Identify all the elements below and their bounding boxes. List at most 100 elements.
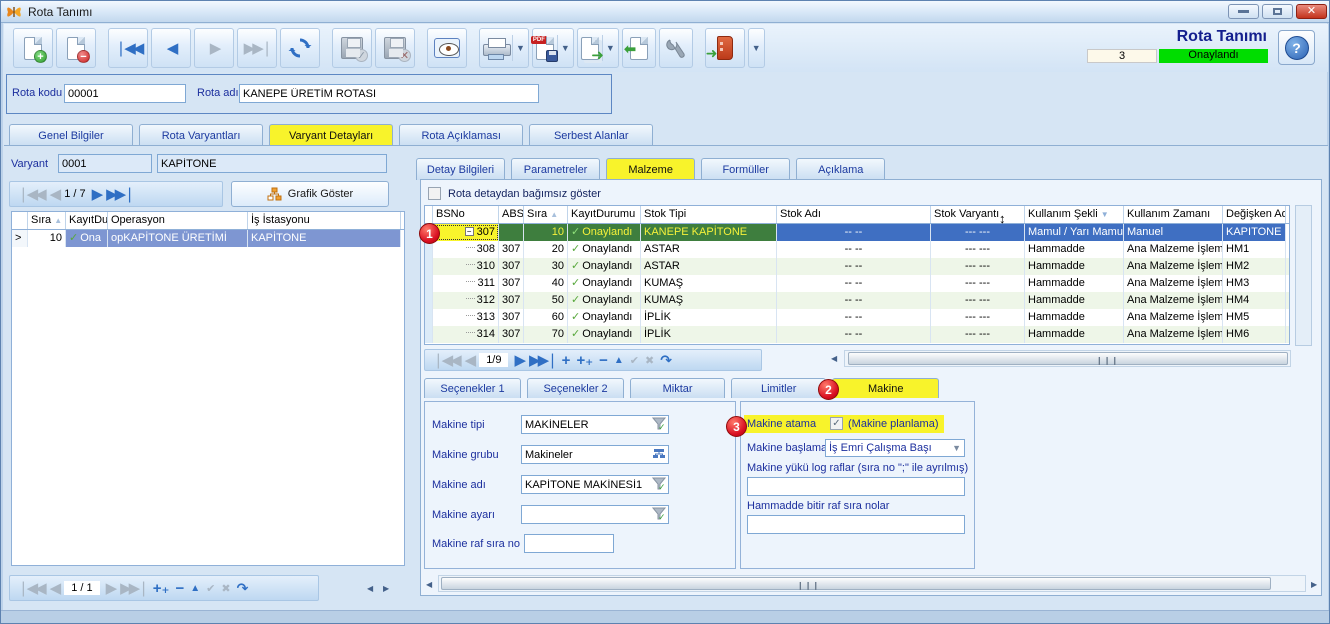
col-is-istasyonu[interactable]: İş İstasyonu (248, 212, 401, 229)
tools-button[interactable] (659, 28, 693, 68)
tab-formuller[interactable]: Formüller (701, 158, 790, 180)
cell-stok-adi[interactable]: -- -- (777, 275, 931, 292)
cell-durum[interactable]: ✓Onaylandı (568, 292, 641, 309)
last-record-button[interactable]: ▶▶❘ (237, 28, 277, 68)
cell-stok-varyanti[interactable]: --- --- (931, 275, 1025, 292)
varyant-name-input[interactable] (157, 154, 387, 173)
op-nav-last-icon[interactable]: ▶▶❘ (120, 579, 147, 597)
cell-operasyon[interactable]: opKAPİTONE ÜRETİMİ (108, 230, 248, 247)
col-degisken-adi[interactable]: Değişken Adı (1223, 206, 1286, 223)
cell-sira[interactable]: 40 (524, 275, 568, 292)
tab-miktar[interactable]: Miktar (630, 378, 725, 398)
cell-sira[interactable]: 30 (524, 258, 568, 275)
cell-istasyon[interactable]: KAPİTONE (248, 230, 401, 247)
previous-record-button[interactable]: ◀ (151, 28, 191, 68)
cell-durum[interactable]: ✓Onaylandı (568, 309, 641, 326)
makine-tipi-input[interactable] (521, 415, 669, 434)
cell-stok-varyanti[interactable]: --- --- (931, 224, 1025, 241)
cell-kullanim-sekli[interactable]: Hammadde (1025, 275, 1124, 292)
filter-icon[interactable]: ▼ (1101, 210, 1109, 219)
tab-rota-aciklamasi[interactable]: Rota Açıklaması (399, 124, 523, 146)
panel-scroll-left-icon[interactable]: ◀ (426, 580, 432, 589)
op-nav-previous-icon[interactable]: ◀ (50, 579, 59, 597)
cell-sira[interactable]: 10 (524, 224, 568, 241)
mat-nav-first-icon[interactable]: ❘◀◀ (432, 351, 459, 369)
materials-row[interactable]: 314 307 70 ✓Onaylandı İPLİK -- -- --- --… (425, 326, 1289, 343)
materials-h-scrollbar[interactable]: ❙❙❙ (844, 350, 1291, 367)
cell-degisken[interactable]: HM2 (1223, 258, 1286, 275)
mat-nav-next-icon[interactable]: ▶ (514, 351, 523, 369)
cell-degisken[interactable]: HM6 (1223, 326, 1286, 343)
cell-degisken[interactable]: HM5 (1223, 309, 1286, 326)
makine-ayari-input[interactable] (521, 505, 669, 524)
col-sira[interactable]: Sıra▲ (524, 206, 568, 223)
materials-row[interactable]: 313 307 60 ✓Onaylandı İPLİK -- -- --- --… (425, 309, 1289, 326)
pdf-dropdown-icon[interactable]: ▼ (561, 43, 570, 53)
new-record-button[interactable]: + (13, 28, 53, 68)
cell-stok-adi[interactable]: -- -- (777, 309, 931, 326)
minimize-button[interactable] (1228, 4, 1259, 19)
mat-nav-insert-child-icon[interactable]: +₊ (576, 351, 593, 369)
cell-bsno[interactable]: 313 (433, 309, 499, 326)
col-bsno[interactable]: BSNo (433, 206, 499, 223)
save-cancel-button[interactable]: ✕ (375, 28, 415, 68)
col-kayitdurumu[interactable]: KayıtDurumu (568, 206, 641, 223)
mat-nav-previous-icon[interactable]: ◀ (465, 351, 474, 369)
col-stok-tipi[interactable]: Stok Tipi (641, 206, 777, 223)
exit-button[interactable]: ➜ (705, 28, 745, 68)
close-button[interactable]: ✕ (1296, 4, 1327, 19)
makine-adi-input[interactable] (521, 475, 669, 494)
operations-first-icon[interactable]: ❘◀◀ (17, 185, 44, 203)
cell-degisken[interactable]: HM3 (1223, 275, 1286, 292)
materials-row[interactable]: 311 307 40 ✓Onaylandı KUMAŞ -- -- --- --… (425, 275, 1289, 292)
help-button[interactable]: ? (1278, 30, 1315, 65)
makine-grubu-input[interactable] (521, 445, 669, 464)
cell-sira[interactable]: 70 (524, 326, 568, 343)
cell-durum[interactable]: ✓Onaylandı (568, 241, 641, 258)
tab-parametreler[interactable]: Parametreler (511, 158, 600, 180)
cell-absno[interactable]: 307 (499, 275, 524, 292)
cell-sira[interactable]: 20 (524, 241, 568, 258)
scrollbar-thumb[interactable]: ❙❙❙ (848, 352, 1288, 365)
cell-degisken[interactable]: HM4 (1223, 292, 1286, 309)
mat-nav-cancel-icon[interactable]: ✖ (645, 354, 654, 367)
cell-kullanim-zamani[interactable]: Ana Malzeme İşlemi (1124, 326, 1223, 343)
cell-stok-adi[interactable]: -- -- (777, 224, 931, 241)
cell-kullanim-zamani[interactable]: Ana Malzeme İşlemi (1124, 292, 1223, 309)
cell-absno[interactable]: 307 (499, 326, 524, 343)
maximize-button[interactable] (1262, 4, 1293, 19)
refresh-button[interactable] (280, 28, 320, 68)
cell-stok-adi[interactable]: -- -- (777, 241, 931, 258)
cell-bsno[interactable]: 308 (433, 241, 499, 258)
cell-kullanim-sekli[interactable]: Hammadde (1025, 292, 1124, 309)
col-operasyon[interactable]: Operasyon (108, 212, 248, 229)
copy-transfer-button[interactable]: ➜ ▼ (577, 28, 619, 68)
cell-stok-adi[interactable]: -- -- (777, 292, 931, 309)
cell-kullanim-sekli[interactable]: Hammadde (1025, 258, 1124, 275)
col-kullanim-sekli[interactable]: Kullanım Şekli ▼ (1025, 206, 1124, 223)
panel-scroll-right-icon[interactable]: ▶ (1311, 580, 1317, 589)
materials-row-selected[interactable]: −307 10 ✓Onaylandı KANEPE KAPİTONE -- --… (425, 224, 1289, 241)
tab-aciklama[interactable]: Açıklama (796, 158, 885, 180)
cell-stok-tipi[interactable]: KUMAŞ (641, 275, 777, 292)
tab-detay-bilgileri[interactable]: Detay Bilgileri (416, 158, 505, 180)
mat-scroll-left-icon[interactable]: ◀ (831, 354, 837, 363)
exit-dropdown-button[interactable]: ▼ (748, 28, 765, 68)
cell-kullanim-zamani[interactable]: Ana Malzeme İşlemi (1124, 258, 1223, 275)
rota-adi-input[interactable] (239, 84, 539, 103)
col-stok-varyanti[interactable]: Stok Varyantı (931, 206, 1025, 223)
cell-bsno[interactable]: 314 (433, 326, 499, 343)
lookup-funnel-icon[interactable]: ✓ (652, 417, 666, 431)
hierarchy-icon[interactable] (652, 447, 666, 461)
op-nav-post-icon[interactable]: ✔ (206, 582, 215, 595)
independent-view-checkbox[interactable] (428, 187, 441, 200)
tab-secenekler-2[interactable]: Seçenekler 2 (527, 378, 624, 398)
varyant-code-input[interactable] (58, 154, 152, 173)
cell-stok-varyanti[interactable]: --- --- (931, 309, 1025, 326)
makine-atama-checkbox[interactable] (830, 417, 843, 430)
cell-kullanim-zamani[interactable]: Ana Malzeme İşlemi (1124, 309, 1223, 326)
tab-secenekler-1[interactable]: Seçenekler 1 (424, 378, 521, 398)
copy-dropdown-icon[interactable]: ▼ (606, 43, 615, 53)
cell-stok-varyanti[interactable]: --- --- (931, 326, 1025, 343)
cell-stok-varyanti[interactable]: --- --- (931, 241, 1025, 258)
